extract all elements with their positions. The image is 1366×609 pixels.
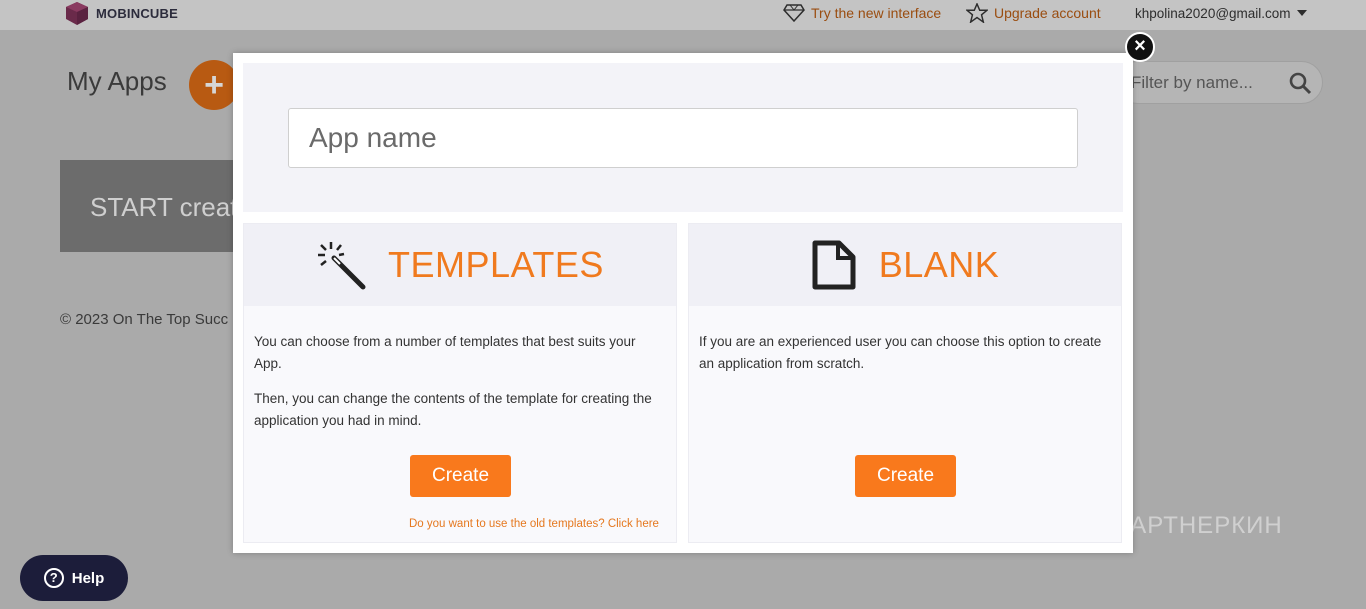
app-name-input[interactable] <box>288 108 1078 168</box>
templates-description: You can choose from a number of template… <box>244 306 676 432</box>
page-title: My Apps <box>67 66 167 96</box>
templates-option: TEMPLATES You can choose from a number o… <box>243 223 677 543</box>
templates-title: TEMPLATES <box>388 244 604 285</box>
app-name-panel <box>243 63 1123 212</box>
blank-description: If you are an experienced user you can c… <box>689 306 1121 375</box>
blank-document-icon <box>812 240 856 290</box>
filter-search[interactable]: Filter by name... <box>1116 61 1323 104</box>
brand-logo[interactable]: MOBINCUBE <box>64 0 178 26</box>
close-modal-button[interactable]: × <box>1125 32 1155 62</box>
caret-down-icon <box>1296 10 1307 16</box>
templates-create-button[interactable]: Create <box>410 455 511 497</box>
question-icon: ? <box>43 568 64 588</box>
create-app-modal: TEMPLATES You can choose from a number o… <box>233 53 1133 553</box>
brand-name: MOBINCUBE <box>96 5 178 21</box>
start-creating-button[interactable]: START creat <box>60 160 250 252</box>
templates-header[interactable]: TEMPLATES <box>244 224 676 306</box>
help-button[interactable]: ? Help <box>20 555 128 601</box>
watermark-text: ПАРТНЕРКИН <box>1112 512 1283 539</box>
close-icon: × <box>1134 35 1146 57</box>
add-app-button[interactable]: + <box>189 60 239 110</box>
help-label: Help <box>71 569 105 587</box>
user-email: khpolina2020@gmail.com <box>1135 5 1291 21</box>
copyright-text: © 2023 On The Top Succ <box>60 311 229 328</box>
star-icon <box>966 3 988 23</box>
try-new-interface-label: Try the new interface <box>811 5 942 21</box>
blank-header[interactable]: BLANK <box>689 224 1121 306</box>
blank-create-button[interactable]: Create <box>855 455 956 497</box>
diamond-icon <box>783 4 805 22</box>
blank-paragraph-1: If you are an experienced user you can c… <box>699 334 1102 371</box>
blank-option: BLANK If you are an experienced user you… <box>688 223 1122 543</box>
user-menu[interactable]: khpolina2020@gmail.com <box>1135 0 1307 26</box>
plus-icon: + <box>204 66 224 104</box>
cube-logo-icon <box>66 2 88 25</box>
upgrade-account-link[interactable]: Upgrade account <box>966 0 1101 26</box>
search-icon[interactable] <box>1288 71 1312 95</box>
upgrade-account-label: Upgrade account <box>994 5 1101 21</box>
filter-input-placeholder[interactable]: Filter by name... <box>1131 73 1253 93</box>
blank-title: BLANK <box>878 244 1000 285</box>
top-bar: MOBINCUBE Try the new interface Upgrade … <box>0 0 1366 30</box>
old-templates-link[interactable]: Do you want to use the old templates? Cl… <box>409 518 659 530</box>
templates-paragraph-2: Then, you can change the contents of the… <box>254 391 652 428</box>
templates-paragraph-1: You can choose from a number of template… <box>254 334 636 371</box>
try-new-interface-link[interactable]: Try the new interface <box>783 0 941 26</box>
magic-wand-icon <box>318 242 366 290</box>
